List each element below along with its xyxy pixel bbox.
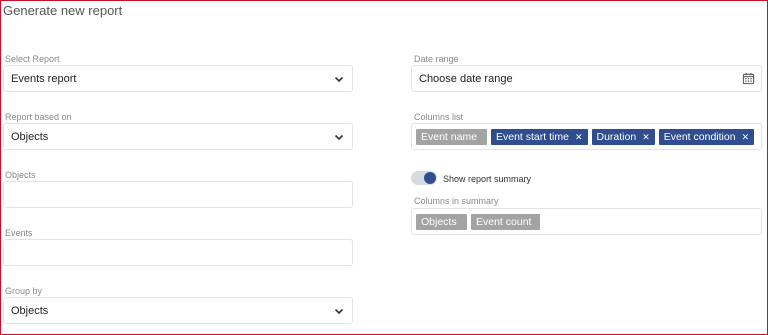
group-by-value: Objects (11, 305, 49, 317)
objects-label: Objects (5, 170, 36, 180)
columns-list-label: Columns list (414, 112, 464, 122)
show-summary-label: Show report summary (443, 174, 532, 184)
close-icon[interactable]: ✕ (575, 129, 583, 145)
report-based-on-value: Objects (11, 131, 49, 143)
events-label: Events (5, 228, 33, 238)
objects-input[interactable] (3, 181, 353, 208)
chevron-down-icon (334, 308, 344, 315)
date-range-picker[interactable]: Choose date range (411, 65, 762, 92)
chevron-down-icon (334, 134, 344, 141)
select-report-label: Select Report (5, 54, 60, 64)
columns-in-summary-input[interactable]: Objects Event count (411, 208, 762, 235)
columns-list-chips: Event name Event start time ✕ Duration ✕… (416, 129, 755, 145)
chip-label: Objects (421, 216, 457, 228)
select-report-value: Events report (11, 73, 77, 85)
chevron-down-icon (334, 76, 344, 83)
columns-list-input[interactable]: Event name Event start time ✕ Duration ✕… (411, 123, 762, 150)
close-icon[interactable]: ✕ (742, 129, 750, 145)
chip-duration[interactable]: Duration ✕ (591, 129, 655, 145)
calendar-icon[interactable] (742, 72, 755, 85)
columns-in-summary-label: Columns in summary (414, 196, 499, 206)
group-by-dropdown[interactable]: Objects (3, 297, 353, 324)
summary-chips: Objects Event count (416, 214, 540, 230)
window-frame (0, 0, 768, 335)
events-input[interactable] (3, 239, 353, 266)
report-based-on-label: Report based on (5, 112, 72, 122)
select-report-dropdown[interactable]: Events report (3, 65, 353, 92)
chip-event-name[interactable]: Event name (416, 129, 487, 145)
chip-label: Event count (476, 216, 532, 228)
chip-label: Duration (596, 131, 637, 143)
show-summary-toggle[interactable] (411, 171, 437, 185)
chip-label: Event condition (663, 131, 736, 143)
chip-label: Event name (421, 131, 478, 143)
page-title: Generate new report (3, 3, 123, 18)
close-icon[interactable]: ✕ (642, 129, 650, 145)
chip-event-start-time[interactable]: Event start time ✕ (491, 129, 588, 145)
report-based-on-dropdown[interactable]: Objects (3, 123, 353, 150)
chip-event-count[interactable]: Event count (471, 214, 540, 230)
group-by-label: Group by (5, 286, 43, 296)
chip-label: Event start time (496, 131, 569, 143)
date-range-value: Choose date range (419, 73, 513, 85)
toggle-knob (424, 172, 436, 184)
chip-event-condition[interactable]: Event condition ✕ (658, 129, 755, 145)
chip-objects[interactable]: Objects (416, 214, 467, 230)
date-range-label: Date range (414, 54, 459, 64)
